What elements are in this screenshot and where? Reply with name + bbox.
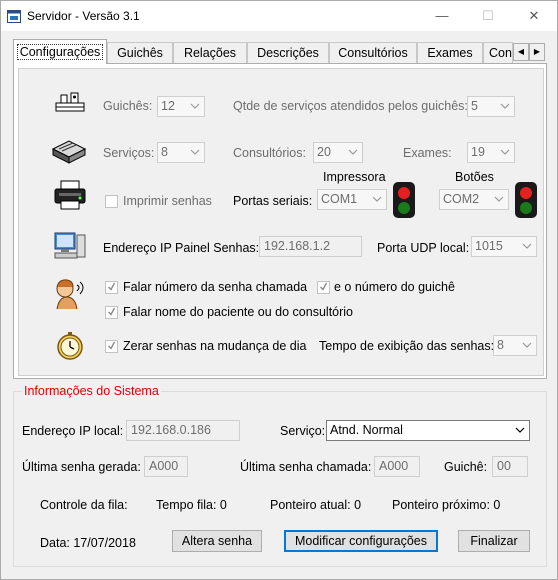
chevron-down-icon	[500, 149, 510, 155]
speaking-person-icon	[56, 279, 84, 310]
ip-local-label: Endereço IP local:	[22, 424, 124, 438]
tab-panel-configuracoes: Guichês: 12 Qtde de serviços atendidos p…	[13, 63, 547, 379]
finalizar-button[interactable]: Finalizar	[458, 530, 530, 552]
impressora-port-select[interactable]: COM1	[317, 189, 387, 210]
tempo-fila-text: Tempo fila: 0	[156, 498, 227, 512]
checkmark-icon	[108, 341, 115, 350]
maximize-button[interactable]: ☐	[465, 1, 511, 31]
checkmark-icon	[320, 282, 327, 291]
ultima-chamada-field[interactable]: A000	[374, 456, 420, 477]
clock-icon	[57, 332, 83, 360]
system-info-legend: Informações do Sistema	[22, 384, 161, 398]
tab-configuracoes[interactable]: Configurações	[13, 39, 107, 64]
service-desk-icon	[55, 92, 85, 112]
imprimir-senhas-checkbox[interactable]	[105, 195, 118, 208]
tab-strip: Configurações Guichês Relações Descriçõe…	[13, 39, 549, 64]
guiches-label: Guichês:	[103, 99, 153, 113]
consultorios-select[interactable]: 20	[313, 142, 363, 163]
botoes-port-select[interactable]: COM2	[439, 189, 509, 210]
numero-guiche-label: e o número do guichê	[334, 280, 455, 294]
checkmark-icon	[108, 307, 115, 316]
falar-nome-checkbox[interactable]	[105, 306, 118, 319]
tempo-exibicao-select[interactable]: 8	[493, 335, 537, 356]
falar-numero-label: Falar número da senha chamada	[123, 280, 308, 294]
chevron-down-icon	[348, 149, 358, 155]
ponteiro-proximo-text: Ponteiro próximo: 0	[392, 498, 501, 512]
qtde-servicos-label: Qtde de serviços atendidos pelos guichês…	[233, 99, 468, 113]
exames-label: Exames:	[403, 146, 452, 160]
checkmark-icon	[108, 282, 115, 291]
imprimir-senhas-label: Imprimir senhas	[123, 194, 212, 208]
tab-scroll-right-button[interactable]: ▶	[529, 43, 545, 61]
servico-select[interactable]: Atnd. Normal	[326, 420, 530, 441]
arrow-left-icon: ◀	[517, 47, 525, 56]
tab-relacoes[interactable]: Relações	[173, 42, 247, 64]
zerar-senhas-label: Zerar senhas na mudança de dia	[123, 339, 307, 353]
servico-label: Serviço:	[280, 424, 326, 438]
chevron-down-icon	[500, 103, 510, 109]
qtde-servicos-select[interactable]: 5	[467, 96, 515, 117]
portas-seriais-label: Portas seriais:	[233, 194, 313, 208]
chevron-down-icon	[372, 196, 382, 202]
ip-painel-label: Endereço IP Painel Senhas:	[103, 241, 260, 255]
numero-guiche-checkbox[interactable]	[317, 281, 330, 294]
guiche-field[interactable]: 00	[492, 456, 528, 477]
tab-consultorios[interactable]: Consultórios	[329, 42, 417, 64]
ultima-gerada-field[interactable]: A000	[144, 456, 188, 477]
botoes-status-light-icon	[515, 182, 537, 218]
impressora-status-light-icon	[393, 182, 415, 218]
chevron-down-icon	[494, 196, 504, 202]
tab-guiches[interactable]: Guichês	[107, 42, 173, 64]
tab-scroll-left-button[interactable]: ◀	[513, 43, 529, 61]
impressora-label: Impressora	[323, 170, 386, 184]
guiche-label: Guichê:	[444, 460, 488, 474]
chevron-down-icon	[190, 103, 200, 109]
ip-painel-field[interactable]: 192.168.1.2	[259, 236, 362, 257]
servicos-select[interactable]: 8	[157, 142, 205, 163]
zerar-senhas-checkbox[interactable]	[105, 340, 118, 353]
porta-udp-label: Porta UDP local:	[377, 241, 470, 255]
botoes-label: Botões	[455, 170, 494, 184]
ponteiro-atual-text: Ponteiro atual: 0	[270, 498, 362, 512]
tab-descricoes[interactable]: Descrições	[247, 42, 329, 64]
altera-senha-button[interactable]: Altera senha	[172, 530, 262, 552]
controle-fila-label: Controle da fila:	[40, 498, 128, 512]
modificar-configuracoes-button[interactable]: Modificar configurações	[284, 530, 438, 552]
guiches-select[interactable]: 12	[157, 96, 205, 117]
chevron-down-icon	[522, 243, 532, 249]
close-button[interactable]: ✕	[511, 1, 557, 31]
consultorios-label: Consultórios:	[233, 146, 306, 160]
chevron-down-icon	[522, 342, 532, 348]
computer-icon	[54, 232, 86, 259]
server-icon	[51, 140, 87, 164]
falar-nome-label: Falar nome do paciente ou do consultório	[123, 305, 354, 319]
tab-con[interactable]: Con	[483, 42, 513, 64]
ultima-chamada-label: Última senha chamada:	[240, 460, 372, 474]
data-text: Data: 17/07/2018	[40, 536, 136, 550]
config-area: Guichês: 12 Qtde de serviços atendidos p…	[18, 68, 544, 376]
tab-exames[interactable]: Exames	[417, 42, 483, 64]
app-window: Servidor - Versão 3.1 — ☐ ✕ Configuraçõe…	[0, 0, 558, 580]
printer-icon	[54, 180, 86, 210]
ip-local-field[interactable]: 192.168.0.186	[126, 420, 240, 441]
porta-udp-select[interactable]: 1015	[471, 236, 537, 257]
ultima-gerada-label: Última senha gerada:	[22, 460, 141, 474]
window-title: Servidor - Versão 3.1	[27, 9, 140, 23]
app-icon	[7, 10, 21, 23]
falar-numero-checkbox[interactable]	[105, 281, 118, 294]
minimize-button[interactable]: —	[419, 1, 465, 31]
chevron-down-icon	[515, 427, 525, 433]
chevron-down-icon	[190, 149, 200, 155]
title-bar[interactable]: Servidor - Versão 3.1 — ☐ ✕	[1, 1, 557, 31]
tempo-exibicao-label: Tempo de exibição das senhas:	[319, 339, 495, 353]
servicos-label: Serviços:	[103, 146, 155, 160]
system-info-group: Informações do Sistema Endereço IP local…	[13, 384, 547, 567]
arrow-right-icon: ▶	[533, 47, 541, 56]
exames-select[interactable]: 19	[467, 142, 515, 163]
